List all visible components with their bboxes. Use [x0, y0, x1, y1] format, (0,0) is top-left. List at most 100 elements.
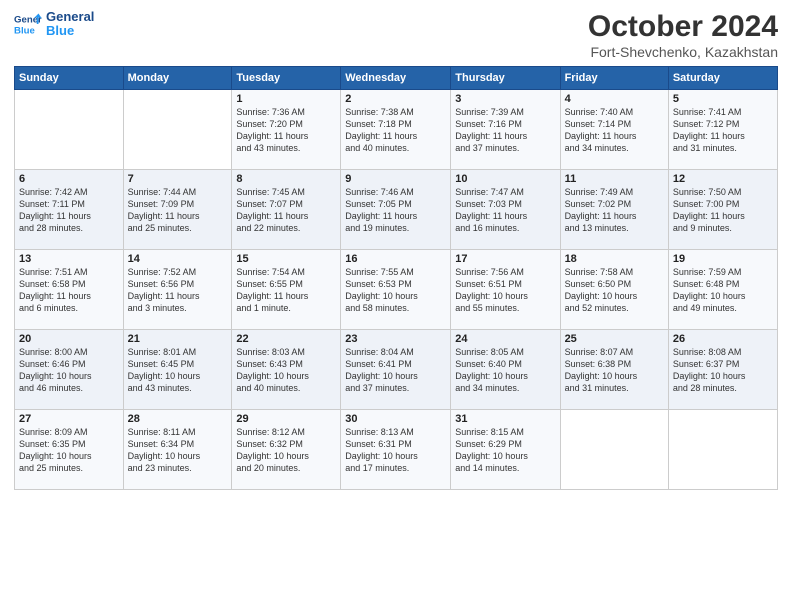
- calendar-table: SundayMondayTuesdayWednesdayThursdayFrid…: [14, 66, 778, 490]
- day-info: Sunrise: 7:44 AMSunset: 7:09 PMDaylight:…: [128, 186, 228, 235]
- day-info: Sunrise: 7:49 AMSunset: 7:02 PMDaylight:…: [565, 186, 664, 235]
- day-number: 14: [128, 253, 228, 265]
- day-info: Sunrise: 7:56 AMSunset: 6:51 PMDaylight:…: [455, 266, 555, 315]
- day-info: Sunrise: 8:13 AMSunset: 6:31 PMDaylight:…: [345, 426, 446, 475]
- day-number: 1: [236, 93, 336, 105]
- calendar-cell: 11Sunrise: 7:49 AMSunset: 7:02 PMDayligh…: [560, 170, 668, 250]
- day-number: 3: [455, 93, 555, 105]
- logo: General Blue General Blue: [14, 10, 94, 39]
- day-number: 24: [455, 333, 555, 345]
- day-number: 10: [455, 173, 555, 185]
- calendar-body: 1Sunrise: 7:36 AMSunset: 7:20 PMDaylight…: [15, 90, 778, 490]
- logo-icon: General Blue: [14, 10, 42, 38]
- day-number: 7: [128, 173, 228, 185]
- day-number: 15: [236, 253, 336, 265]
- day-number: 26: [673, 333, 773, 345]
- calendar-cell: 13Sunrise: 7:51 AMSunset: 6:58 PMDayligh…: [15, 250, 124, 330]
- day-info: Sunrise: 7:41 AMSunset: 7:12 PMDaylight:…: [673, 106, 773, 155]
- day-number: 23: [345, 333, 446, 345]
- weekday-header-cell: Friday: [560, 67, 668, 90]
- calendar-cell: 1Sunrise: 7:36 AMSunset: 7:20 PMDaylight…: [232, 90, 341, 170]
- calendar-cell: 12Sunrise: 7:50 AMSunset: 7:00 PMDayligh…: [668, 170, 777, 250]
- calendar-cell: 16Sunrise: 7:55 AMSunset: 6:53 PMDayligh…: [341, 250, 451, 330]
- day-info: Sunrise: 7:38 AMSunset: 7:18 PMDaylight:…: [345, 106, 446, 155]
- day-info: Sunrise: 8:01 AMSunset: 6:45 PMDaylight:…: [128, 346, 228, 395]
- calendar-cell: [15, 90, 124, 170]
- day-number: 28: [128, 413, 228, 425]
- calendar-cell: [123, 90, 232, 170]
- day-info: Sunrise: 8:09 AMSunset: 6:35 PMDaylight:…: [19, 426, 119, 475]
- day-info: Sunrise: 8:15 AMSunset: 6:29 PMDaylight:…: [455, 426, 555, 475]
- day-info: Sunrise: 7:58 AMSunset: 6:50 PMDaylight:…: [565, 266, 664, 315]
- day-info: Sunrise: 8:07 AMSunset: 6:38 PMDaylight:…: [565, 346, 664, 395]
- day-info: Sunrise: 7:46 AMSunset: 7:05 PMDaylight:…: [345, 186, 446, 235]
- calendar-cell: [560, 410, 668, 490]
- day-number: 20: [19, 333, 119, 345]
- calendar-week-row: 20Sunrise: 8:00 AMSunset: 6:46 PMDayligh…: [15, 330, 778, 410]
- day-info: Sunrise: 7:50 AMSunset: 7:00 PMDaylight:…: [673, 186, 773, 235]
- day-info: Sunrise: 7:59 AMSunset: 6:48 PMDaylight:…: [673, 266, 773, 315]
- weekday-header-cell: Sunday: [15, 67, 124, 90]
- day-number: 29: [236, 413, 336, 425]
- day-info: Sunrise: 7:55 AMSunset: 6:53 PMDaylight:…: [345, 266, 446, 315]
- calendar-cell: 10Sunrise: 7:47 AMSunset: 7:03 PMDayligh…: [451, 170, 560, 250]
- calendar-cell: 20Sunrise: 8:00 AMSunset: 6:46 PMDayligh…: [15, 330, 124, 410]
- calendar-cell: 27Sunrise: 8:09 AMSunset: 6:35 PMDayligh…: [15, 410, 124, 490]
- day-info: Sunrise: 7:45 AMSunset: 7:07 PMDaylight:…: [236, 186, 336, 235]
- day-number: 16: [345, 253, 446, 265]
- calendar-cell: 31Sunrise: 8:15 AMSunset: 6:29 PMDayligh…: [451, 410, 560, 490]
- day-info: Sunrise: 7:54 AMSunset: 6:55 PMDaylight:…: [236, 266, 336, 315]
- day-number: 30: [345, 413, 446, 425]
- calendar-cell: 2Sunrise: 7:38 AMSunset: 7:18 PMDaylight…: [341, 90, 451, 170]
- day-info: Sunrise: 7:52 AMSunset: 6:56 PMDaylight:…: [128, 266, 228, 315]
- calendar-week-row: 1Sunrise: 7:36 AMSunset: 7:20 PMDaylight…: [15, 90, 778, 170]
- day-info: Sunrise: 8:04 AMSunset: 6:41 PMDaylight:…: [345, 346, 446, 395]
- day-info: Sunrise: 7:39 AMSunset: 7:16 PMDaylight:…: [455, 106, 555, 155]
- calendar-cell: 24Sunrise: 8:05 AMSunset: 6:40 PMDayligh…: [451, 330, 560, 410]
- calendar-cell: 3Sunrise: 7:39 AMSunset: 7:16 PMDaylight…: [451, 90, 560, 170]
- day-number: 4: [565, 93, 664, 105]
- day-info: Sunrise: 7:47 AMSunset: 7:03 PMDaylight:…: [455, 186, 555, 235]
- calendar-cell: 7Sunrise: 7:44 AMSunset: 7:09 PMDaylight…: [123, 170, 232, 250]
- calendar-cell: 21Sunrise: 8:01 AMSunset: 6:45 PMDayligh…: [123, 330, 232, 410]
- day-number: 8: [236, 173, 336, 185]
- day-info: Sunrise: 8:11 AMSunset: 6:34 PMDaylight:…: [128, 426, 228, 475]
- day-number: 17: [455, 253, 555, 265]
- calendar-cell: 18Sunrise: 7:58 AMSunset: 6:50 PMDayligh…: [560, 250, 668, 330]
- calendar-cell: 9Sunrise: 7:46 AMSunset: 7:05 PMDaylight…: [341, 170, 451, 250]
- day-number: 22: [236, 333, 336, 345]
- calendar-cell: [668, 410, 777, 490]
- calendar-week-row: 27Sunrise: 8:09 AMSunset: 6:35 PMDayligh…: [15, 410, 778, 490]
- weekday-header-cell: Thursday: [451, 67, 560, 90]
- day-number: 25: [565, 333, 664, 345]
- day-number: 12: [673, 173, 773, 185]
- calendar-cell: 19Sunrise: 7:59 AMSunset: 6:48 PMDayligh…: [668, 250, 777, 330]
- weekday-header-row: SundayMondayTuesdayWednesdayThursdayFrid…: [15, 67, 778, 90]
- calendar-cell: 6Sunrise: 7:42 AMSunset: 7:11 PMDaylight…: [15, 170, 124, 250]
- day-number: 5: [673, 93, 773, 105]
- calendar-cell: 15Sunrise: 7:54 AMSunset: 6:55 PMDayligh…: [232, 250, 341, 330]
- day-number: 9: [345, 173, 446, 185]
- day-number: 18: [565, 253, 664, 265]
- weekday-header-cell: Tuesday: [232, 67, 341, 90]
- calendar-cell: 23Sunrise: 8:04 AMSunset: 6:41 PMDayligh…: [341, 330, 451, 410]
- day-info: Sunrise: 8:12 AMSunset: 6:32 PMDaylight:…: [236, 426, 336, 475]
- day-number: 11: [565, 173, 664, 185]
- day-info: Sunrise: 7:36 AMSunset: 7:20 PMDaylight:…: [236, 106, 336, 155]
- day-number: 31: [455, 413, 555, 425]
- calendar-cell: 5Sunrise: 7:41 AMSunset: 7:12 PMDaylight…: [668, 90, 777, 170]
- logo-general: General: [46, 10, 94, 24]
- day-info: Sunrise: 7:51 AMSunset: 6:58 PMDaylight:…: [19, 266, 119, 315]
- calendar-cell: 14Sunrise: 7:52 AMSunset: 6:56 PMDayligh…: [123, 250, 232, 330]
- day-number: 6: [19, 173, 119, 185]
- title-block: October 2024 Fort-Shevchenko, Kazakhstan: [588, 10, 778, 60]
- day-info: Sunrise: 8:00 AMSunset: 6:46 PMDaylight:…: [19, 346, 119, 395]
- calendar-cell: 29Sunrise: 8:12 AMSunset: 6:32 PMDayligh…: [232, 410, 341, 490]
- calendar-cell: 8Sunrise: 7:45 AMSunset: 7:07 PMDaylight…: [232, 170, 341, 250]
- calendar-cell: 22Sunrise: 8:03 AMSunset: 6:43 PMDayligh…: [232, 330, 341, 410]
- day-number: 21: [128, 333, 228, 345]
- page-header: General Blue General Blue October 2024 F…: [14, 10, 778, 60]
- logo-blue: Blue: [46, 24, 94, 38]
- calendar-cell: 28Sunrise: 8:11 AMSunset: 6:34 PMDayligh…: [123, 410, 232, 490]
- calendar-cell: 17Sunrise: 7:56 AMSunset: 6:51 PMDayligh…: [451, 250, 560, 330]
